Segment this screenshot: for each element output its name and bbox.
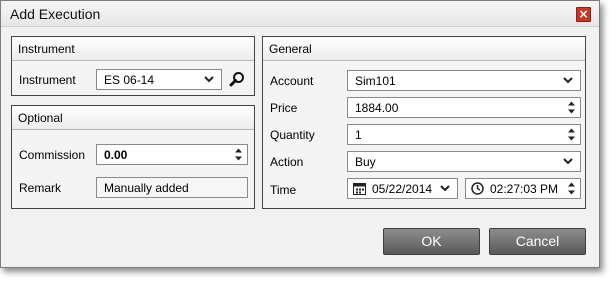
dialog-title: Add Execution [10,6,101,22]
spin-arrows-icon[interactable] [567,100,576,115]
spin-arrows-icon[interactable] [567,127,576,142]
spin-arrows-icon[interactable] [567,181,576,196]
general-group-header: General [263,37,585,61]
remark-label: Remark [19,181,62,195]
add-execution-dialog: Add Execution × Instrument Instrument ES… [0,0,600,268]
time-value: 02:27:03 PM [490,182,559,196]
search-icon[interactable] [229,71,245,87]
close-button[interactable]: × [576,7,591,22]
date-value: 05/22/2014 [372,182,433,196]
instrument-group-title: Instrument [18,42,75,56]
commission-value: 0.00 [104,148,128,162]
ok-button[interactable]: OK [383,228,480,255]
price-value: 1884.00 [355,101,399,115]
time-picker[interactable]: 02:27:03 PM [465,178,581,199]
quantity-field[interactable]: 1 [347,124,581,145]
clock-icon [471,182,484,195]
instrument-group-header: Instrument [12,37,254,61]
remark-value: Manually added [104,181,189,195]
optional-group: Optional Commission 0.00 Remark Manually… [11,105,255,209]
quantity-label: Quantity [270,128,315,142]
close-icon: × [578,7,589,21]
instrument-group: Instrument Instrument ES 06-14 [11,36,255,96]
calendar-icon [353,183,366,195]
instrument-label: Instrument [19,73,76,87]
general-group-title: General [269,42,312,56]
account-value: Sim101 [355,74,396,88]
chevron-down-icon [563,158,573,165]
commission-label: Commission [19,148,86,162]
optional-group-header: Optional [12,106,254,130]
optional-group-title: Optional [18,111,63,125]
time-label: Time [270,183,297,197]
remark-field[interactable]: Manually added [96,177,248,198]
title-bar: Add Execution × [1,1,599,27]
chevron-down-icon [563,77,573,84]
commission-field[interactable]: 0.00 [96,144,248,165]
price-label: Price [270,101,298,115]
spin-arrows-icon[interactable] [234,147,243,162]
price-field[interactable]: 1884.00 [347,97,581,118]
chevron-down-icon [440,185,450,192]
chevron-down-icon [204,76,214,83]
general-group: General Account Sim101 Price 1884.00 Qua… [262,36,586,209]
action-value: Buy [355,155,376,169]
account-select[interactable]: Sim101 [347,70,581,91]
instrument-select[interactable]: ES 06-14 [96,69,222,90]
quantity-value: 1 [355,128,362,142]
account-label: Account [270,74,314,88]
action-label: Action [270,155,304,169]
cancel-button[interactable]: Cancel [489,228,586,255]
instrument-value: ES 06-14 [104,73,155,87]
date-picker[interactable]: 05/22/2014 [347,178,458,199]
action-select[interactable]: Buy [347,151,581,172]
